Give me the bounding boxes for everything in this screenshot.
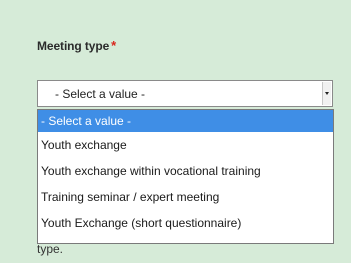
required-asterisk: * [111,38,117,53]
option-select-a-value[interactable]: - Select a value - [38,110,333,132]
option-training-seminar-expert-meeting[interactable]: Training seminar / expert meeting [38,184,333,210]
meeting-type-options-list: - Select a value - Youth exchange Youth … [37,109,334,244]
field-description-text: type. [37,242,64,256]
option-youth-exchange-vocational-training[interactable]: Youth exchange within vocational trainin… [38,158,333,184]
meeting-type-select[interactable]: - Select a value - [37,80,333,107]
option-youth-exchange[interactable]: Youth exchange [38,132,333,158]
dropdown-toggle-button[interactable] [322,82,331,105]
chevron-down-icon [325,92,329,95]
option-youth-exchange-short-questionnaire[interactable]: Youth Exchange (short questionnaire) [38,210,333,236]
meeting-type-label: Meeting type * [37,38,116,53]
meeting-type-label-text: Meeting type [37,39,110,53]
select-current-value: - Select a value - [55,87,146,101]
form-panel: Meeting type * - Select a value - - Selec… [0,0,351,263]
